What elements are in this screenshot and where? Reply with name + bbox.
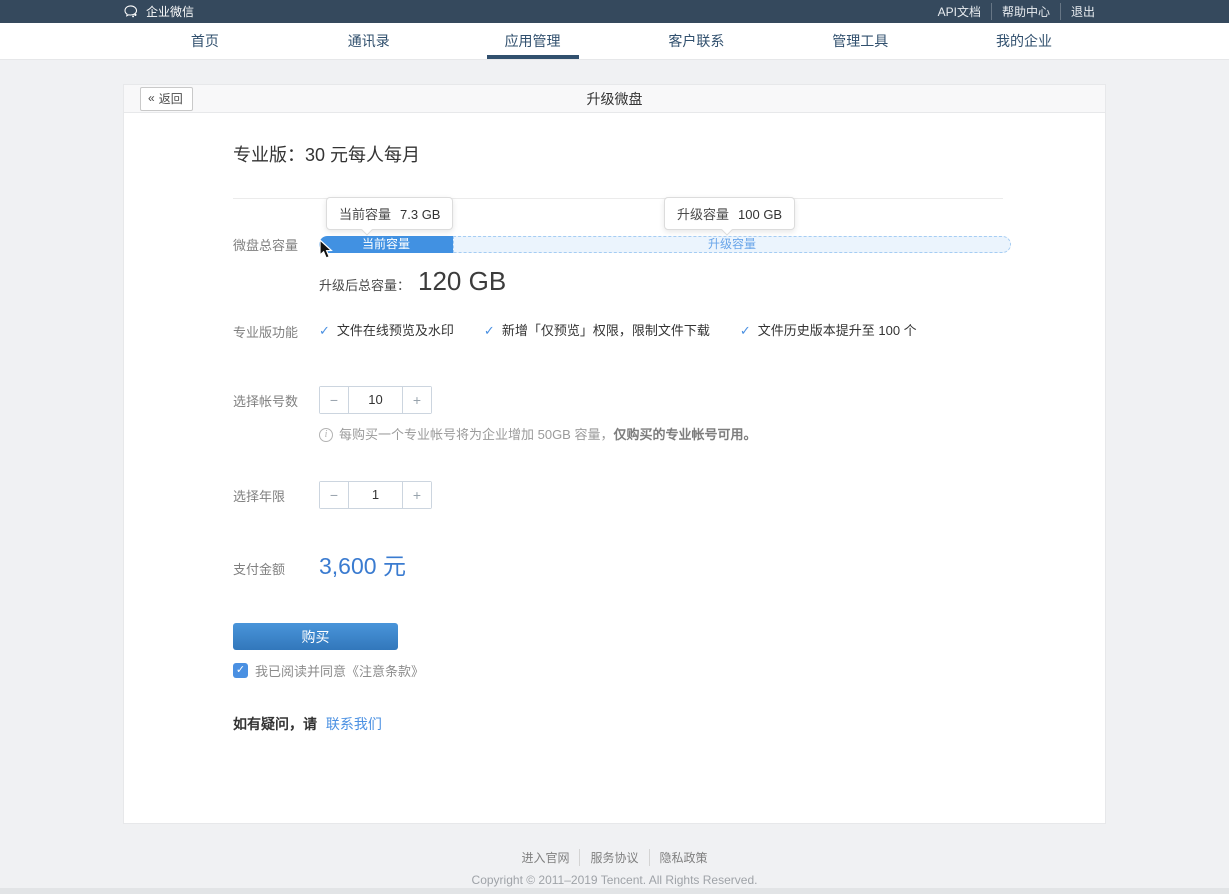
total-capacity-row: 升级后总容量： 120 GB: [319, 266, 1105, 296]
check-icon: ✓: [319, 323, 330, 338]
decrement-button[interactable]: −: [320, 387, 348, 413]
agreement-row: ✓ 我已阅读并同意《注意条款》: [233, 661, 1105, 680]
years-stepper: − 1 +: [319, 481, 432, 509]
card-header: « 返回 升级微盘: [124, 85, 1105, 113]
brand-link[interactable]: 企业微信: [124, 3, 194, 20]
account-count-row: 选择帐号数 − 10 +: [233, 386, 1105, 414]
account-count-value[interactable]: 10: [348, 387, 403, 413]
years-label: 选择年限: [233, 486, 319, 505]
capacity-row-label: 微盘总容量: [233, 235, 319, 254]
contact-row: 如有疑问，请 联系我们: [233, 714, 1105, 734]
total-capacity-label: 升级后总容量：: [319, 275, 410, 294]
nav-item-admin-tools[interactable]: 管理工具: [778, 23, 942, 59]
nav-item-contacts[interactable]: 通讯录: [287, 23, 451, 59]
total-capacity-value: 120 GB: [418, 266, 506, 296]
features-row-label: 专业版功能: [233, 322, 319, 341]
back-chevrons-icon: «: [148, 91, 155, 105]
nav-item-app-management[interactable]: 应用管理: [451, 23, 615, 59]
bar-upgrade-segment[interactable]: 升级容量: [453, 236, 1011, 253]
plan-title: 专业版：30 元每人每月: [233, 143, 1105, 168]
years-value[interactable]: 1: [348, 482, 403, 508]
bar-current-segment[interactable]: 当前容量: [319, 236, 453, 253]
mouse-cursor-icon: [319, 239, 334, 265]
upgrade-capacity-tooltip: 升级容量100 GB: [664, 197, 795, 230]
footer-link-service-agreement[interactable]: 服务协议: [579, 849, 648, 866]
topbar: 企业微信 API文档 帮助中心 退出: [0, 0, 1229, 23]
features-row: 专业版功能 ✓文件在线预览及水印 ✓新增「仅预览」权限，限制文件下载 ✓文件历史…: [233, 322, 1105, 341]
tooltip-arrow: [361, 224, 372, 235]
payment-label: 支付金额: [233, 559, 319, 578]
topbar-link-api-docs[interactable]: API文档: [928, 3, 991, 20]
feature-item: ✓新增「仅预览」权限，限制文件下载: [484, 322, 710, 340]
years-row: 选择年限 − 1 +: [233, 481, 1105, 509]
main-nav: 首页 通讯录 应用管理 客户联系 管理工具 我的企业: [0, 23, 1229, 60]
footer: 进入官网 服务协议 隐私政策 Copyright © 2011–2019 Ten…: [0, 849, 1229, 887]
info-icon: i: [319, 428, 333, 442]
upgrade-card: « 返回 升级微盘 专业版：30 元每人每月 微盘总容量 当前容量7.3 GB …: [123, 84, 1106, 824]
topbar-links: API文档 帮助中心 退出: [928, 3, 1105, 20]
back-button[interactable]: « 返回: [140, 87, 193, 111]
agreement-checkbox[interactable]: ✓: [233, 663, 248, 678]
capacity-row: 微盘总容量 当前容量7.3 GB 升级容量100 GB 当前容量 升级容量: [233, 235, 1105, 254]
brand-name: 企业微信: [146, 3, 194, 20]
agreement-label: 我已阅读并同意《注意条款》: [255, 661, 424, 680]
check-icon: ✓: [484, 323, 495, 338]
payment-amount: 3,600 元: [319, 551, 406, 581]
copyright-text: Copyright © 2011–2019 Tencent. All Right…: [0, 873, 1229, 887]
bottom-strip: [0, 888, 1229, 894]
account-count-stepper: − 10 +: [319, 386, 432, 414]
nav-item-customer-contact[interactable]: 客户联系: [614, 23, 778, 59]
increment-button[interactable]: +: [403, 387, 431, 413]
topbar-link-logout[interactable]: 退出: [1060, 3, 1105, 20]
account-count-label: 选择帐号数: [233, 391, 319, 410]
account-note: i 每购买一个专业帐号将为企业增加 50GB 容量，仅购买的专业帐号可用。: [319, 426, 1105, 444]
feature-item: ✓文件历史版本提升至 100 个: [740, 322, 917, 340]
nav-item-my-company[interactable]: 我的企业: [942, 23, 1106, 59]
footer-link-privacy-policy[interactable]: 隐私政策: [649, 849, 718, 866]
payment-row: 支付金额 3,600 元: [233, 551, 1105, 581]
contact-us-link[interactable]: 联系我们: [326, 716, 382, 732]
topbar-link-help-center[interactable]: 帮助中心: [991, 3, 1060, 20]
wework-logo-icon: [124, 5, 139, 18]
feature-item: ✓文件在线预览及水印: [319, 322, 454, 340]
buy-button[interactable]: 购买: [233, 623, 398, 650]
tooltip-arrow: [721, 224, 732, 235]
increment-button[interactable]: +: [403, 482, 431, 508]
check-icon: ✓: [740, 323, 751, 338]
capacity-bar: 当前容量7.3 GB 升级容量100 GB 当前容量 升级容量: [319, 236, 1011, 253]
nav-item-home[interactable]: 首页: [123, 23, 287, 59]
current-capacity-tooltip: 当前容量7.3 GB: [326, 197, 453, 230]
card-body: 专业版：30 元每人每月 微盘总容量 当前容量7.3 GB 升级容量100 GB…: [124, 113, 1105, 823]
decrement-button[interactable]: −: [320, 482, 348, 508]
contact-prefix: 如有疑问，请: [233, 716, 317, 732]
page-title: 升级微盘: [124, 89, 1105, 109]
footer-link-official-site[interactable]: 进入官网: [511, 849, 579, 866]
